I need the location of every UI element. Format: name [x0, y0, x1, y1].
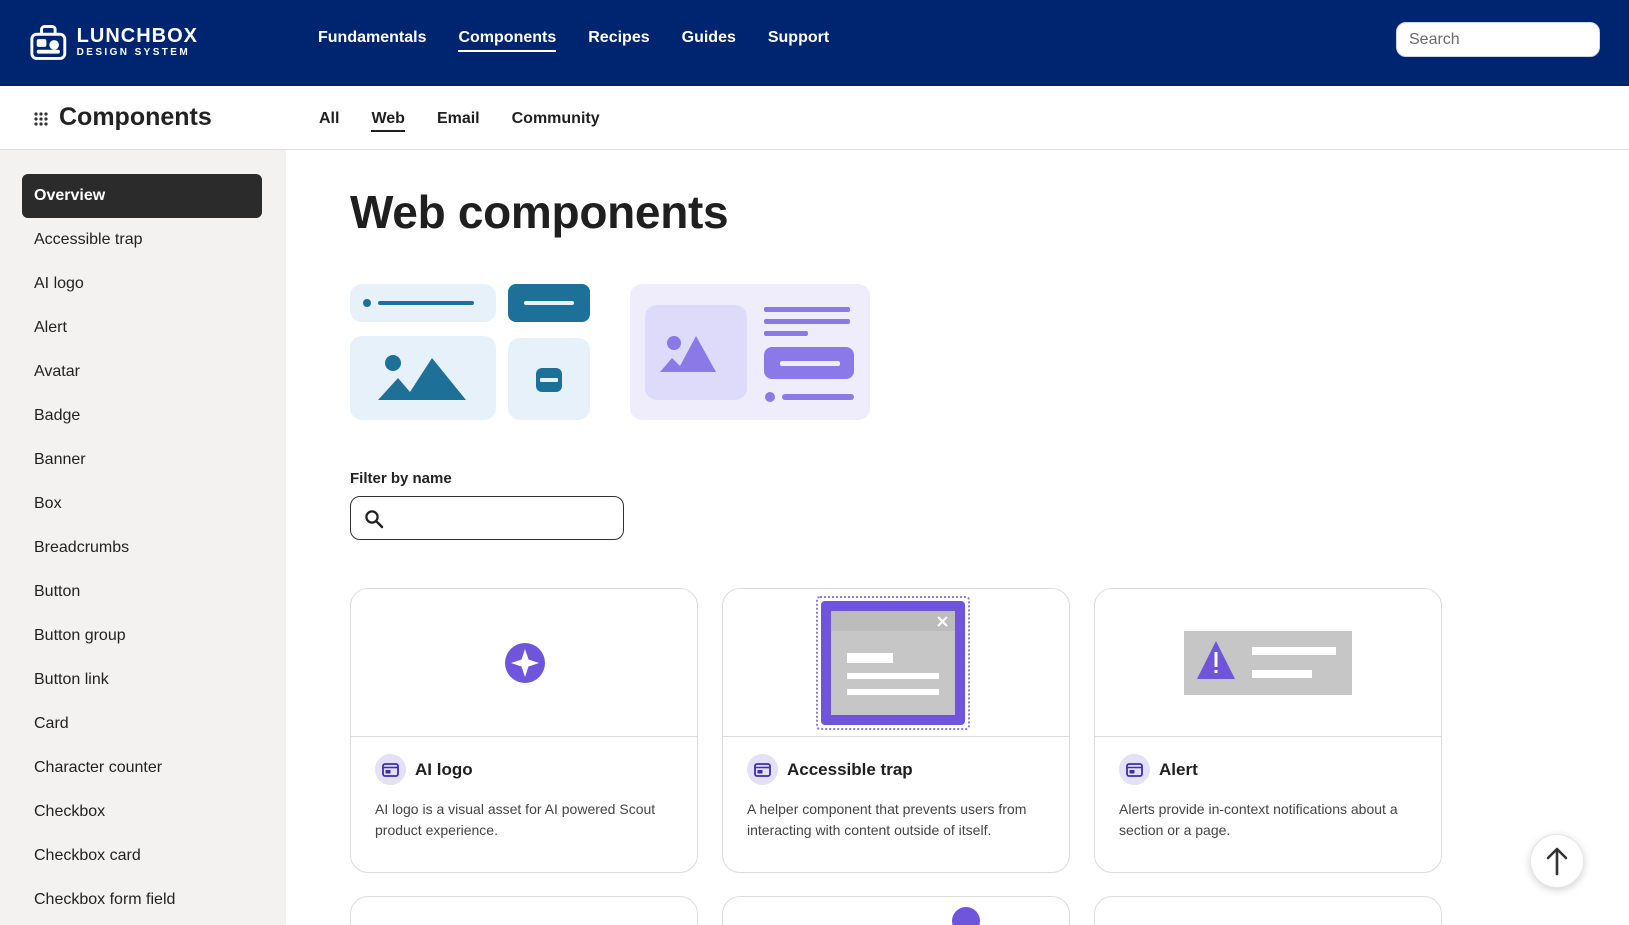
component-card[interactable]	[722, 896, 1070, 925]
top-navigation-bar: LUNCHBOX DESIGN SYSTEM Fundamentals Comp…	[0, 0, 1629, 86]
component-card-accessible-trap[interactable]: Accessible trap A helper component that …	[722, 588, 1070, 873]
sidebar-item-accessible-trap[interactable]: Accessible trap	[22, 218, 262, 262]
brand-wordmark: LUNCHBOX DESIGN SYSTEM	[77, 26, 198, 58]
card-title: Accessible trap	[787, 759, 913, 779]
component-icon	[747, 754, 778, 785]
brand-tagline: DESIGN SYSTEM	[76, 47, 191, 58]
lunchbox-icon	[30, 25, 67, 60]
sidebar-item-button-link[interactable]: Button link	[22, 658, 262, 702]
nav-fundamentals[interactable]: Fundamentals	[318, 29, 426, 52]
component-icon	[375, 754, 406, 785]
hero-illustration	[350, 284, 870, 420]
ai-logo-preview-icon	[505, 643, 545, 683]
card-description: A helper component that prevents users f…	[747, 801, 1027, 838]
card-description: AI logo is a visual asset for AI powered…	[375, 801, 656, 838]
nav-support[interactable]: Support	[768, 29, 829, 52]
component-card[interactable]	[350, 896, 698, 925]
component-filter-tabs: All Web Email Community	[319, 110, 632, 132]
tab-community[interactable]: Community	[512, 110, 600, 132]
search-icon	[365, 510, 384, 529]
brand-name: LUNCHBOX	[76, 25, 198, 47]
section-header: Components All Web Email Community	[0, 86, 1629, 150]
nav-guides[interactable]: Guides	[682, 29, 736, 52]
tab-email[interactable]: Email	[437, 110, 480, 132]
component-card-alert[interactable]: Alert Alerts provide in-context notifica…	[1094, 588, 1442, 873]
sidebar-item-checkbox[interactable]: Checkbox	[22, 790, 262, 834]
filter-field	[350, 496, 624, 540]
sidebar: Overview Accessible trap AI logo Alert A…	[0, 150, 286, 925]
alert-preview-icon	[1184, 631, 1352, 695]
sidebar-item-button[interactable]: Button	[22, 570, 262, 614]
main-nav: Fundamentals Components Recipes Guides S…	[318, 29, 861, 52]
brand-logo[interactable]: LUNCHBOX DESIGN SYSTEM	[28, 21, 198, 63]
filter-label: Filter by name	[350, 470, 452, 487]
grid-icon[interactable]	[34, 112, 48, 126]
sidebar-item-banner[interactable]: Banner	[22, 438, 262, 482]
tab-web[interactable]: Web	[371, 110, 405, 132]
component-icon	[1119, 754, 1150, 785]
accessible-trap-preview-icon	[816, 596, 970, 730]
back-to-top-button[interactable]	[1530, 834, 1584, 888]
site-search	[1396, 22, 1600, 57]
card-title: AI logo	[415, 759, 473, 779]
sidebar-item-alert[interactable]: Alert	[22, 306, 262, 350]
filter-input[interactable]	[391, 497, 619, 538]
sidebar-item-button-group[interactable]: Button group	[22, 614, 262, 658]
sidebar-item-card[interactable]: Card	[22, 702, 262, 746]
sidebar-item-checkbox-card[interactable]: Checkbox card	[22, 834, 262, 878]
card-preview	[351, 589, 697, 737]
component-card-ai-logo[interactable]: AI logo AI logo is a visual asset for AI…	[350, 588, 698, 873]
sidebar-item-checkbox-form-field[interactable]: Checkbox form field	[22, 878, 262, 922]
page-title: Web components	[350, 186, 729, 238]
nav-recipes[interactable]: Recipes	[588, 29, 649, 52]
card-preview	[1095, 589, 1441, 737]
card-preview	[723, 589, 1069, 737]
component-card[interactable]	[1094, 896, 1442, 925]
section-title: Components	[59, 103, 212, 131]
sidebar-item-badge[interactable]: Badge	[22, 394, 262, 438]
card-description: Alerts provide in-context notifications …	[1119, 801, 1398, 838]
tab-all[interactable]: All	[319, 110, 339, 132]
sidebar-item-character-counter[interactable]: Character counter	[22, 746, 262, 790]
sidebar-item-box[interactable]: Box	[22, 482, 262, 526]
arrow-up-icon	[1546, 847, 1568, 876]
sidebar-item-avatar[interactable]: Avatar	[22, 350, 262, 394]
sidebar-item-breadcrumbs[interactable]: Breadcrumbs	[22, 526, 262, 570]
nav-components[interactable]: Components	[458, 29, 557, 52]
sidebar-item-overview[interactable]: Overview	[22, 174, 262, 218]
card-title: Alert	[1159, 759, 1198, 779]
card-preview-icon	[952, 907, 980, 925]
sidebar-item-ai-logo[interactable]: AI logo	[22, 262, 262, 306]
search-input[interactable]	[1397, 23, 1599, 56]
